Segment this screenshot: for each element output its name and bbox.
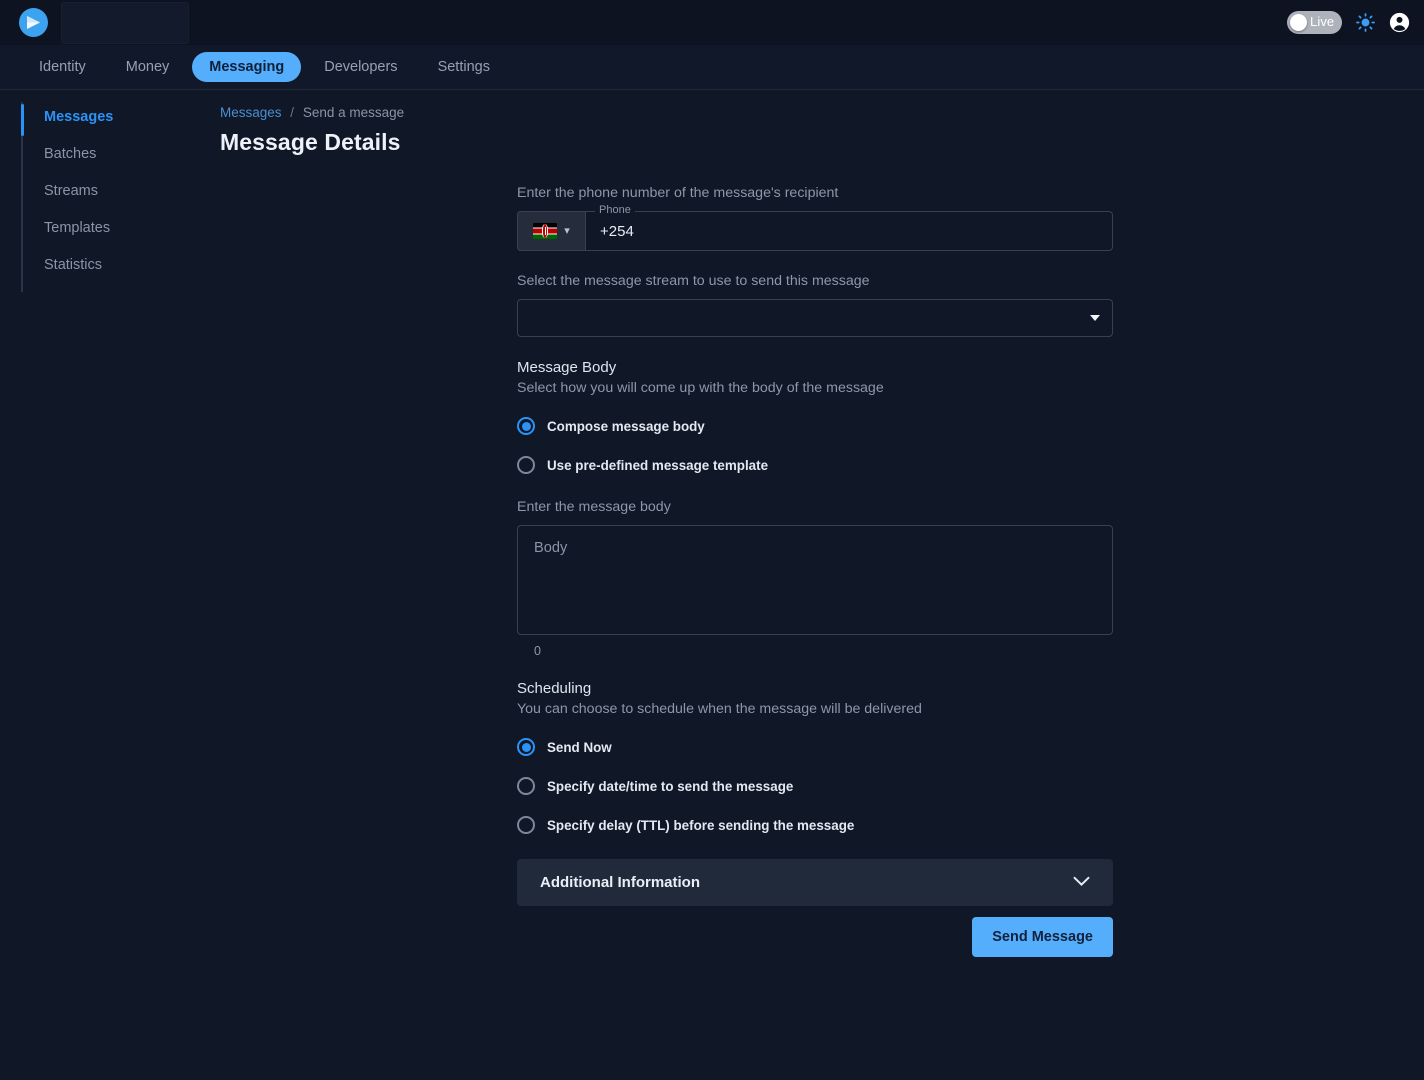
stream-field-description: Select the message stream to use to send… bbox=[517, 273, 870, 289]
account-circle-icon[interactable] bbox=[1389, 12, 1410, 33]
radio-label: Use pre-defined message template bbox=[547, 457, 769, 473]
radio-use-predefined-template[interactable]: Use pre-defined message template bbox=[517, 449, 1113, 481]
message-body-char-count: 0 bbox=[534, 644, 541, 658]
phone-field-group: Phone ▾ bbox=[517, 204, 1113, 251]
radio-indicator bbox=[517, 738, 535, 756]
top-bar-actions: Live bbox=[1287, 0, 1410, 45]
main-content: Messages / Send a message Message Detail… bbox=[220, 105, 1113, 957]
radio-label: Specify delay (TTL) before sending the m… bbox=[547, 817, 855, 833]
message-stream-select[interactable] bbox=[517, 299, 1113, 337]
toggle-knob bbox=[1290, 14, 1307, 31]
radio-specify-datetime[interactable]: Specify date/time to send the message bbox=[517, 770, 1113, 802]
send-message-button[interactable]: Send Message bbox=[972, 917, 1113, 957]
form-actions: Send Message bbox=[517, 917, 1113, 957]
nav-tab-settings[interactable]: Settings bbox=[421, 52, 507, 82]
radio-send-now[interactable]: Send Now bbox=[517, 731, 1113, 763]
scheduling-subtext: You can choose to schedule when the mess… bbox=[517, 701, 922, 717]
phone-input[interactable] bbox=[586, 211, 1113, 251]
nav-tab-messaging[interactable]: Messaging bbox=[192, 52, 302, 82]
country-code-selector[interactable]: ▾ bbox=[517, 211, 586, 251]
breadcrumb-link-messages[interactable]: Messages bbox=[220, 105, 282, 120]
breadcrumb-current: Send a message bbox=[302, 105, 405, 120]
radio-indicator bbox=[517, 456, 535, 474]
radio-compose-message-body[interactable]: Compose message body bbox=[517, 410, 1113, 442]
scheduling-heading: Scheduling bbox=[517, 680, 592, 697]
sidebar-item-templates[interactable]: Templates bbox=[44, 209, 200, 246]
message-body-textarea[interactable] bbox=[517, 525, 1113, 635]
nav-tab-developers[interactable]: Developers bbox=[307, 52, 414, 82]
paper-plane-logo-icon bbox=[19, 8, 48, 37]
chevron-down-icon: ▾ bbox=[564, 224, 570, 237]
nav-tab-identity[interactable]: Identity bbox=[22, 52, 103, 82]
radio-label: Specify date/time to send the message bbox=[547, 778, 794, 794]
sidebar-active-indicator bbox=[21, 104, 24, 136]
page-title: Message Details bbox=[220, 129, 401, 155]
live-toggle-label: Live bbox=[1310, 14, 1335, 29]
phone-field-description: Enter the phone number of the message's … bbox=[517, 185, 839, 201]
radio-specify-delay-ttl[interactable]: Specify delay (TTL) before sending the m… bbox=[517, 809, 1113, 841]
chevron-down-icon bbox=[1073, 874, 1090, 892]
sidebar-item-streams[interactable]: Streams bbox=[44, 172, 200, 209]
message-body-subtext: Select how you will come up with the bod… bbox=[517, 380, 884, 396]
breadcrumb-separator: / bbox=[290, 105, 295, 120]
top-header-bar: Live bbox=[0, 0, 1424, 45]
send-message-form: Enter the phone number of the message's … bbox=[517, 185, 1113, 957]
flag-kenya-icon bbox=[533, 223, 558, 239]
radio-label: Send Now bbox=[547, 739, 612, 755]
sidebar-item-batches[interactable]: Batches bbox=[44, 135, 200, 172]
radio-label: Compose message body bbox=[547, 418, 705, 434]
message-body-input-description: Enter the message body bbox=[517, 499, 671, 515]
brand-name-placeholder bbox=[61, 2, 189, 44]
breadcrumb: Messages / Send a message bbox=[220, 105, 404, 120]
sidebar-item-messages[interactable]: Messages bbox=[44, 98, 200, 135]
sun-brightness-icon[interactable] bbox=[1356, 13, 1375, 32]
triangle-down-icon bbox=[1090, 315, 1100, 321]
nav-tab-money[interactable]: Money bbox=[109, 52, 187, 82]
radio-indicator bbox=[517, 777, 535, 795]
additional-information-accordion[interactable]: Additional Information bbox=[517, 859, 1113, 906]
message-body-heading: Message Body bbox=[517, 359, 617, 376]
app-logo[interactable] bbox=[19, 8, 48, 37]
additional-information-title: Additional Information bbox=[540, 874, 700, 891]
sidebar-navigation: Messages Batches Streams Templates Stati… bbox=[0, 98, 200, 292]
main-navigation: Identity Money Messaging Developers Sett… bbox=[0, 45, 1424, 90]
sidebar-item-statistics[interactable]: Statistics bbox=[44, 246, 200, 283]
radio-indicator bbox=[517, 417, 535, 435]
radio-indicator bbox=[517, 816, 535, 834]
live-mode-toggle[interactable]: Live bbox=[1287, 11, 1342, 34]
